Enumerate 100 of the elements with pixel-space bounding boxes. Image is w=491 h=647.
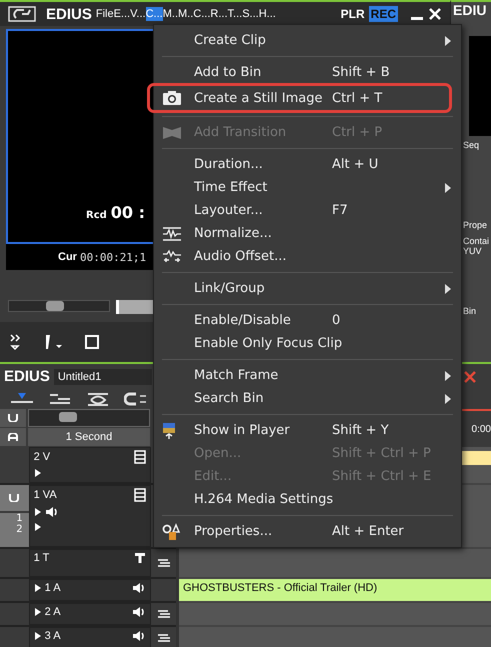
- menu-item[interactable]: C...: [193, 7, 210, 21]
- menu-item[interactable]: Create a Still Image Ctrl + T: [148, 84, 451, 112]
- waveform-icon: [162, 248, 182, 264]
- transition-icon: [162, 126, 182, 140]
- track-name: 2 V: [34, 451, 52, 463]
- panel-text: YUV: [463, 246, 483, 256]
- rec-label: Rcd: [86, 210, 107, 221]
- expand-icon[interactable]: [34, 607, 42, 617]
- track-header[interactable]: 1 VA: [28, 485, 152, 547]
- audio-channel-button[interactable]: 1 2: [0, 513, 29, 547]
- menu-item[interactable]: Layouter... F7: [154, 199, 461, 222]
- camera-icon: [162, 90, 182, 106]
- shortcut-text: F7: [332, 203, 348, 218]
- track-name: 2 A: [44, 606, 62, 618]
- app-logo: EDIUS: [46, 6, 92, 22]
- menu-item[interactable]: T...: [228, 7, 242, 21]
- submenu-arrow-icon: [445, 284, 451, 294]
- audio-lock-icon[interactable]: [0, 428, 26, 446]
- panel-text: Seq: [463, 140, 480, 150]
- video-toggle-icon[interactable]: [0, 485, 29, 511]
- track-header[interactable]: 3 A: [28, 627, 152, 647]
- track-header[interactable]: 2 A: [28, 603, 152, 625]
- scale-dropdown[interactable]: 1 Second: [28, 428, 150, 446]
- menu-item[interactable]: H...: [258, 7, 276, 21]
- logo-icon: [8, 6, 36, 22]
- expand-icon[interactable]: [34, 631, 42, 641]
- menu-item[interactable]: Search Bin: [154, 387, 461, 410]
- jog-slider[interactable]: [116, 300, 156, 314]
- panel-title: EDIU: [453, 2, 488, 20]
- shortcut-text: Alt + Enter: [332, 524, 404, 539]
- menu-item[interactable]: V...: [130, 7, 146, 21]
- shortcut-text: Shift + B: [332, 65, 390, 80]
- submenu-arrow-icon: [445, 36, 451, 46]
- shortcut-text: Shift + Ctrl + P: [332, 446, 431, 461]
- speaker-icon[interactable]: [132, 606, 146, 618]
- zoom-slider[interactable]: [28, 409, 150, 427]
- menu-item[interactable]: H.264 Media Settings: [154, 488, 461, 511]
- submenu-arrow-icon: [445, 182, 451, 192]
- video-clip[interactable]: [459, 451, 491, 465]
- film-icon: [134, 488, 146, 502]
- menu-item[interactable]: Duration... Alt + U: [154, 153, 461, 176]
- video-lock-icon[interactable]: [0, 409, 26, 427]
- sync-icon[interactable]: [156, 632, 172, 644]
- mode-button[interactable]: PLR: [338, 6, 367, 22]
- track-header[interactable]: 1 T: [28, 549, 152, 577]
- track-name: 1 A: [44, 582, 62, 594]
- sync-icon[interactable]: [156, 557, 172, 569]
- speaker-icon[interactable]: [132, 582, 146, 594]
- app-logo: EDIUS: [4, 368, 50, 385]
- menu-item[interactable]: R...: [210, 7, 228, 21]
- menu-item[interactable]: Add to Bin Shift + B: [154, 61, 461, 84]
- ruler-time: 0:00: [472, 424, 491, 434]
- track-header[interactable]: 2 V: [28, 447, 152, 483]
- panel-text: Bin: [463, 306, 478, 316]
- menu-item[interactable]: Match Frame: [154, 364, 461, 387]
- close-icon[interactable]: [428, 7, 442, 21]
- mode-button[interactable]: REC: [368, 6, 398, 22]
- menu-item[interactable]: Create Clip: [154, 29, 461, 52]
- menu-item[interactable]: M..: [178, 7, 194, 21]
- speaker-icon[interactable]: [132, 630, 146, 642]
- link-icon[interactable]: [86, 391, 110, 407]
- player-icon: [162, 422, 176, 440]
- shortcut-text: Ctrl + P: [332, 125, 382, 140]
- film-icon: [134, 450, 146, 464]
- menu-item[interactable]: Properties... Alt + Enter: [154, 520, 461, 543]
- menu-item[interactable]: File: [96, 7, 114, 21]
- menu-item[interactable]: Time Effect: [154, 176, 461, 199]
- delete-icon[interactable]: [463, 370, 477, 384]
- track-name: 1 VA: [34, 489, 58, 501]
- expand-icon[interactable]: [34, 468, 42, 478]
- shuttle-slider[interactable]: [8, 300, 110, 312]
- speaker-icon[interactable]: [44, 506, 59, 518]
- menu-item[interactable]: Link/Group: [154, 277, 461, 300]
- shortcut-text: Shift + Ctrl + E: [332, 469, 432, 484]
- menu-item[interactable]: E...: [114, 7, 130, 21]
- track-header[interactable]: 1 A: [28, 579, 152, 601]
- stop-icon[interactable]: [84, 334, 100, 350]
- menu-item[interactable]: Audio Offset...: [154, 245, 461, 268]
- audio-clip[interactable]: GHOSTBUSTERS - Official Trailer (HD): [179, 579, 491, 601]
- magnet-icon[interactable]: [124, 391, 148, 407]
- menu-item[interactable]: M..: [162, 7, 178, 21]
- more-icon[interactable]: [8, 333, 22, 351]
- menu-item[interactable]: Normalize...: [154, 222, 461, 245]
- project-name-field[interactable]: Untitled1: [54, 368, 152, 384]
- ripple-icon[interactable]: [48, 391, 72, 407]
- waveform-icon: [162, 226, 182, 242]
- properties-icon: [162, 522, 182, 540]
- menu-item[interactable]: Enable/Disable 0: [154, 309, 461, 332]
- menu-item[interactable]: C...: [146, 7, 163, 21]
- menu-item[interactable]: S...: [242, 7, 259, 21]
- shortcut-text: Shift + Y: [332, 423, 389, 438]
- sync-icon[interactable]: [156, 608, 172, 620]
- menu-item[interactable]: Show in Player Shift + Y: [154, 419, 461, 442]
- rec-timecode: 00 :: [110, 203, 146, 222]
- menu-item[interactable]: Enable Only Focus Clip: [154, 332, 461, 355]
- expand-icon[interactable]: [34, 583, 42, 593]
- cur-label: Cur: [58, 251, 77, 263]
- text-icon: [134, 552, 146, 564]
- shortcut-text: Alt + U: [332, 157, 378, 172]
- submenu-arrow-icon: [445, 394, 451, 404]
